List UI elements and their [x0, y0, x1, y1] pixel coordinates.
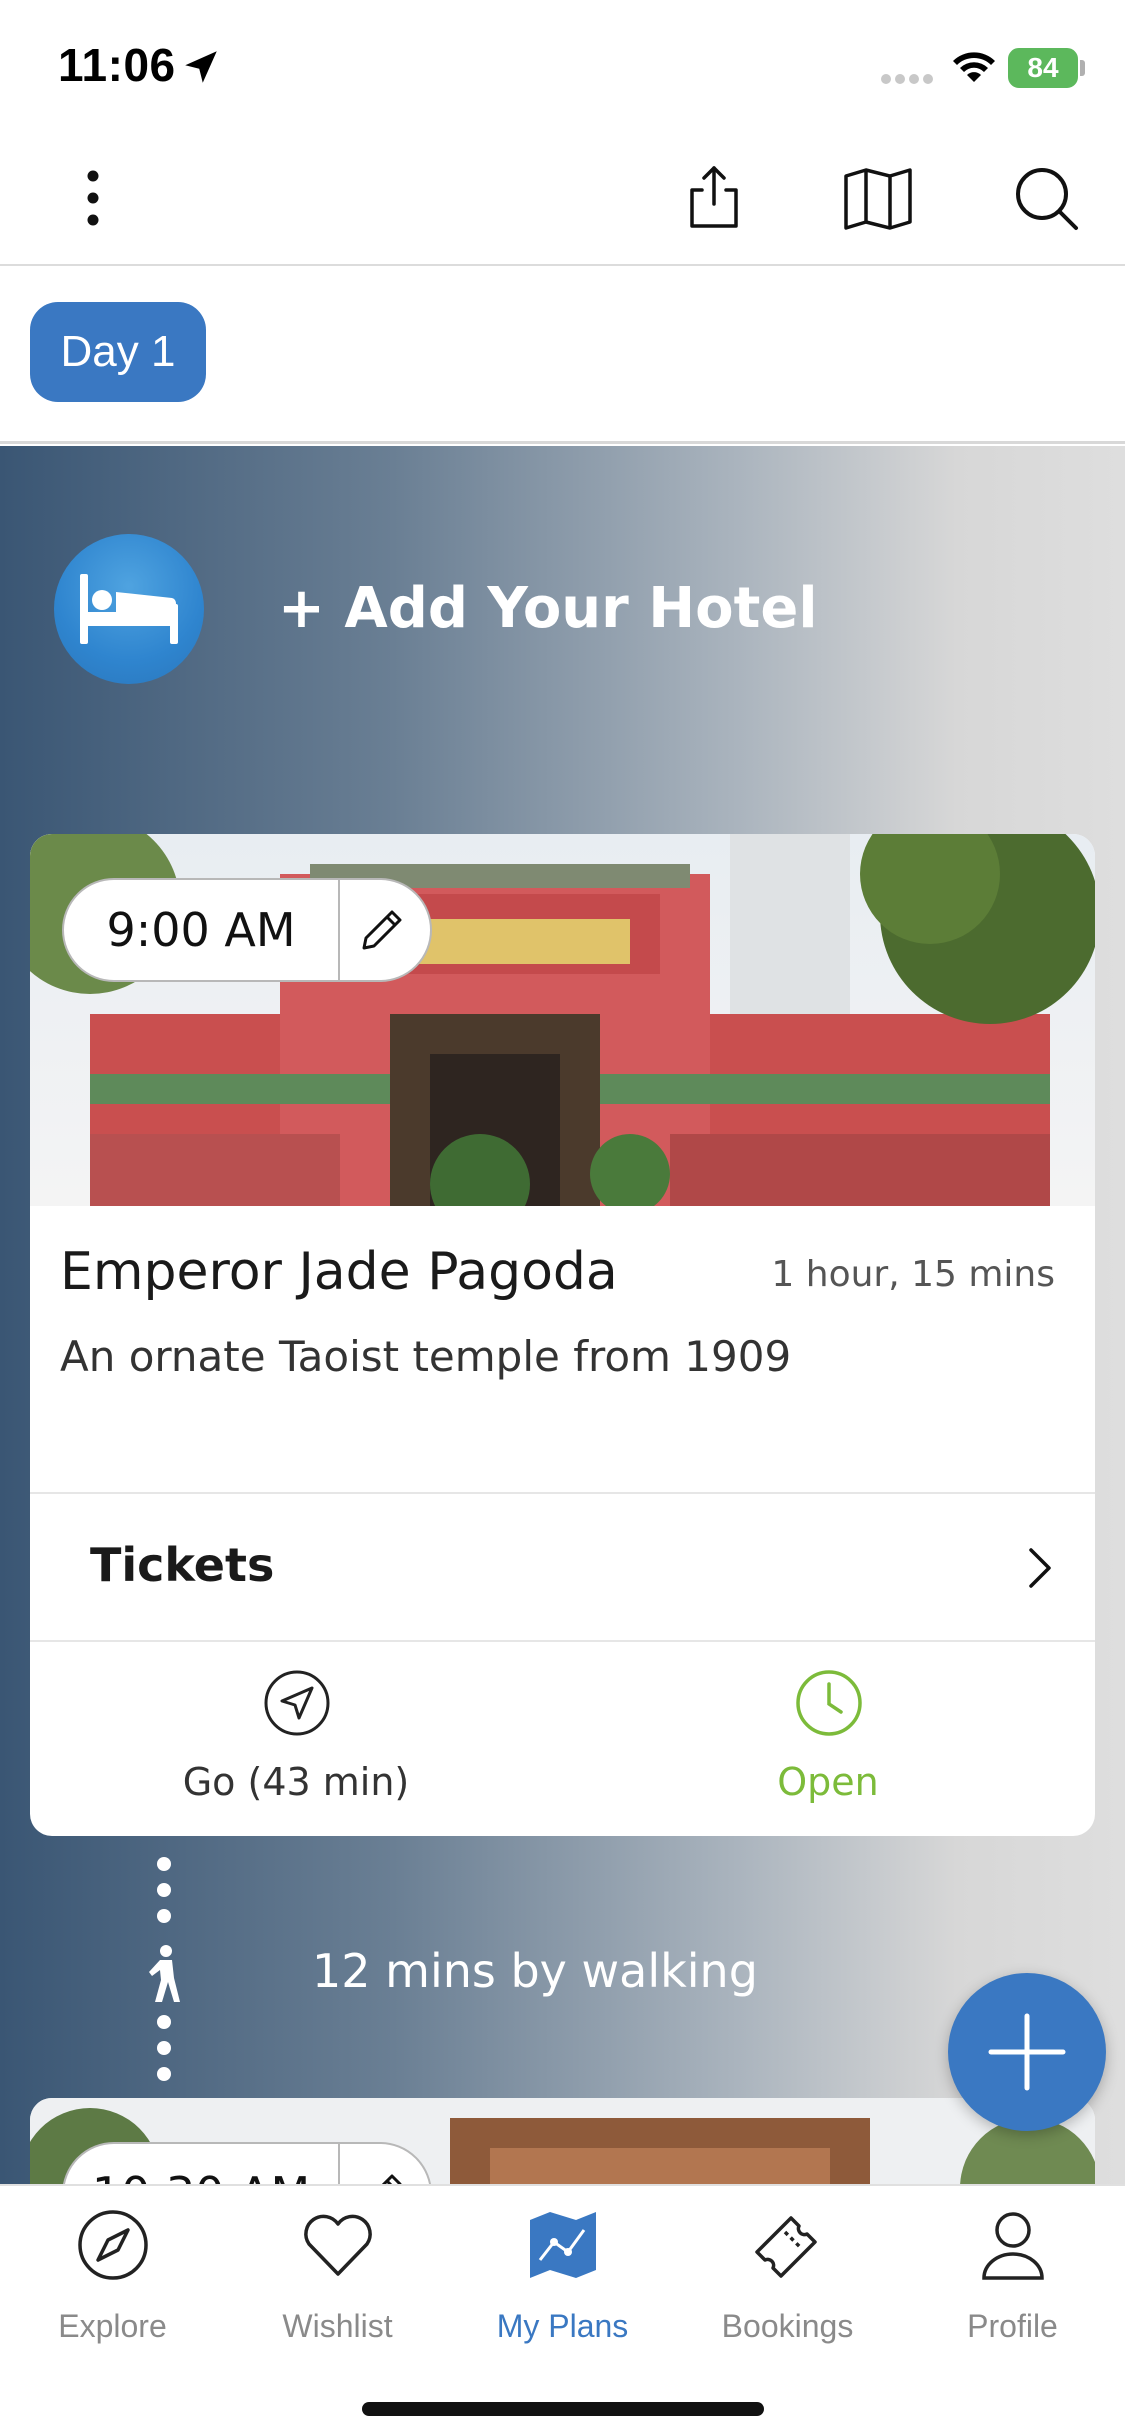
add-stop-button[interactable] — [948, 1973, 1106, 2131]
ticket-icon — [755, 2216, 817, 2278]
tab-explore[interactable]: Explore — [0, 2198, 225, 2348]
place-duration: 1 hour, 15 mins — [771, 1254, 1055, 1295]
walk-icon — [149, 1945, 180, 2002]
stop-card[interactable]: 9:00 AM Emperor Jade Pagoda 1 hour, 15 m… — [30, 834, 1095, 1836]
tickets-row[interactable]: Tickets — [30, 1494, 1095, 1640]
tab-label: My Plans — [496, 2308, 629, 2344]
home-indicator — [362, 2402, 764, 2416]
search-icon[interactable] — [1008, 160, 1084, 236]
map-icon[interactable] — [840, 160, 916, 236]
pencil-icon[interactable] — [356, 904, 408, 956]
add-hotel-button[interactable]: + Add Your Hotel — [278, 576, 818, 641]
battery-icon: 84 — [1008, 48, 1085, 88]
place-description: An ornate Taoist temple from 1909 — [60, 1332, 792, 1381]
tickets-label: Tickets — [90, 1538, 275, 1592]
time-pill[interactable]: 9:00 AM — [62, 878, 432, 982]
clock-icon — [796, 1670, 862, 1736]
connector-dots — [157, 2015, 171, 2081]
heart-icon — [304, 2214, 372, 2276]
stop-time[interactable]: 9:00 AM — [64, 880, 338, 980]
chevron-right-icon — [1029, 1548, 1051, 1588]
wifi-icon — [953, 52, 995, 82]
person-icon — [982, 2212, 1044, 2280]
bottom-tab-bar: Explore Wishlist My Plans Bookings Profi… — [0, 2184, 1125, 2436]
signal-icon — [881, 74, 933, 84]
itinerary[interactable]: + Add Your Hotel 9:00 AM Emperor Jade Pa… — [0, 446, 1125, 2184]
tab-bookings[interactable]: Bookings — [675, 2198, 900, 2348]
share-icon[interactable] — [676, 160, 752, 236]
plus-icon — [988, 2013, 1066, 2091]
time-pill[interactable]: 10:30 AM — [62, 2142, 432, 2184]
bed-icon — [80, 574, 178, 644]
stop-card[interactable]: 10:30 AM — [30, 2098, 1095, 2184]
battery-level: 84 — [1027, 52, 1059, 83]
tab-label: Bookings — [721, 2308, 854, 2344]
travel-text: 12 mins by walking — [312, 1944, 758, 1998]
tab-label: Profile — [967, 2308, 1058, 2344]
open-hours-button[interactable]: Open — [562, 1642, 1094, 1836]
status-bar: 11:06 84 — [0, 0, 1125, 130]
stop-time[interactable]: 10:30 AM — [64, 2144, 338, 2184]
tab-profile[interactable]: Profile — [900, 2198, 1125, 2348]
tab-wishlist[interactable]: Wishlist — [225, 2198, 450, 2348]
go-label: Go (43 min) — [182, 1760, 410, 1804]
tab-label: Explore — [58, 2308, 167, 2344]
day-tabs: Day 1 — [0, 268, 1125, 444]
add-hotel-row[interactable]: + Add Your Hotel — [0, 534, 1125, 694]
connector-dots — [157, 1857, 171, 1923]
tab-label: Wishlist — [282, 2308, 393, 2344]
more-icon[interactable] — [55, 160, 131, 236]
status-time: 11:06 — [58, 39, 176, 91]
tab-my-plans[interactable]: My Plans — [450, 2198, 675, 2348]
map-plans-icon — [530, 2212, 596, 2278]
hotel-avatar[interactable] — [54, 534, 204, 684]
open-label: Open — [777, 1760, 879, 1804]
pencil-icon[interactable] — [356, 2168, 408, 2184]
day-1-chip[interactable]: Day 1 — [30, 302, 206, 402]
compass-icon — [78, 2210, 148, 2280]
top-toolbar — [0, 130, 1125, 266]
place-title[interactable]: Emperor Jade Pagoda — [60, 1242, 618, 1302]
navigation-arrow-icon — [264, 1670, 330, 1736]
location-arrow-icon — [185, 51, 217, 83]
go-button[interactable]: Go (43 min) — [30, 1642, 562, 1836]
